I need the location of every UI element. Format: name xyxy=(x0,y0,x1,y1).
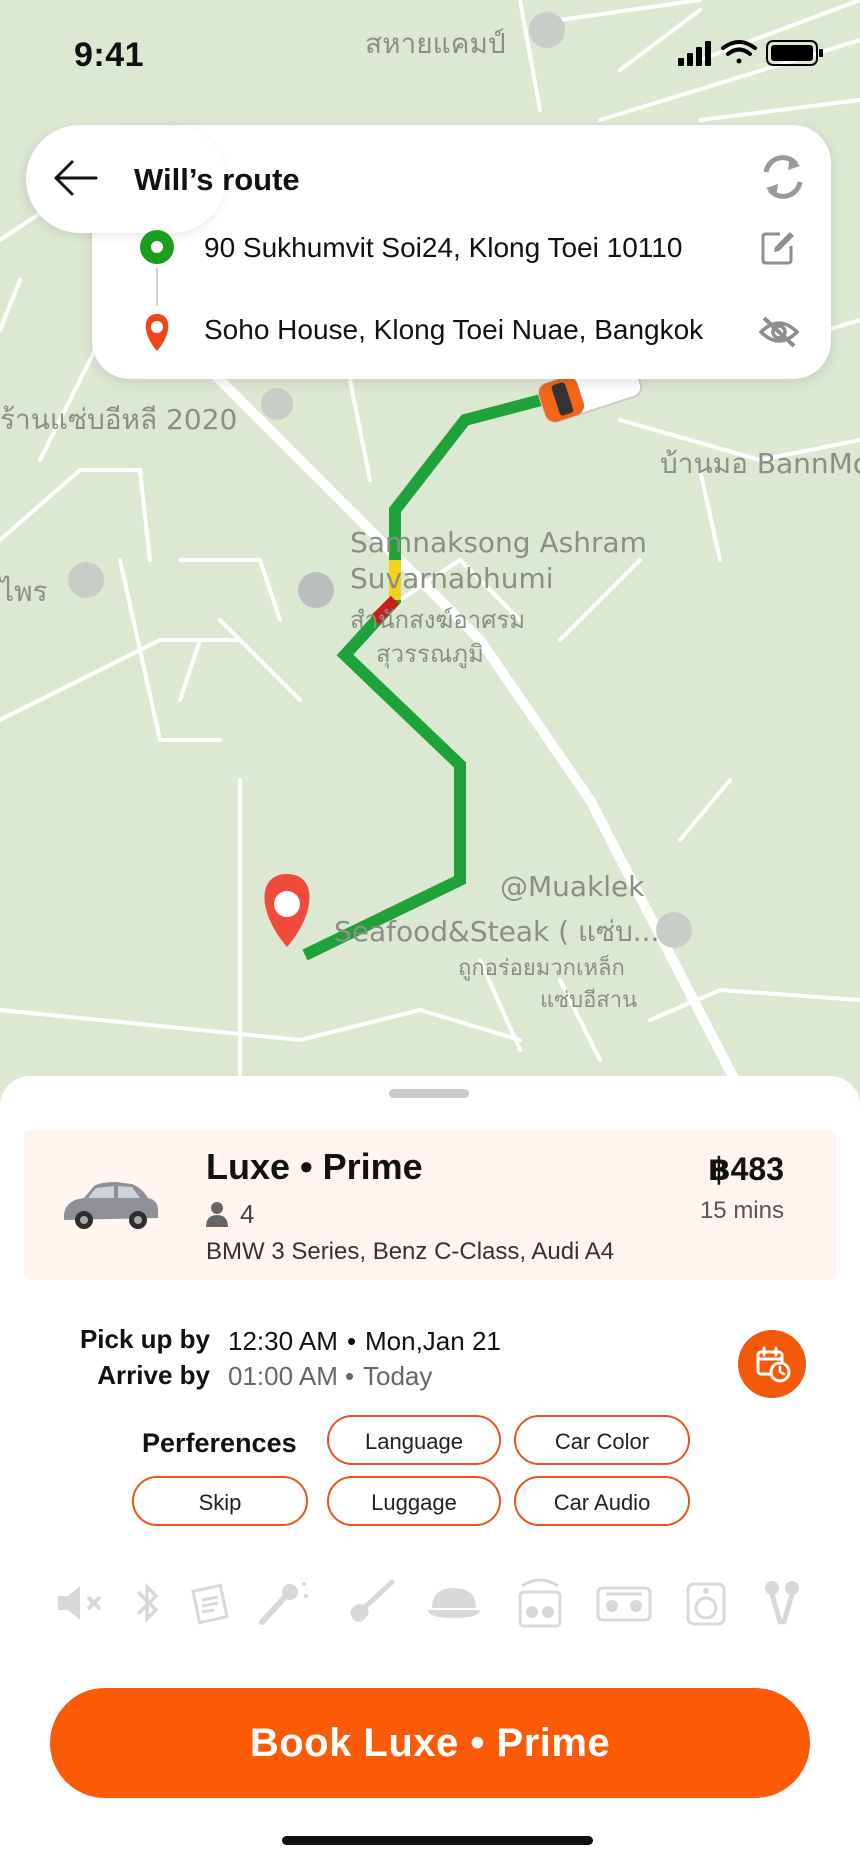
route-title: Will’s route xyxy=(134,162,300,197)
map-label-restaurant: ร้านแซ่บอีหลี 2020 xyxy=(0,403,238,436)
sheet-drag-handle[interactable] xyxy=(389,1089,469,1098)
map-label-house: บ้านมอ BannMo xyxy=(660,447,860,480)
chip-luggage[interactable]: Luggage xyxy=(327,1476,501,1526)
seat-count: 4 xyxy=(240,1199,255,1229)
back-button[interactable] xyxy=(50,156,102,200)
chip-skip[interactable]: Skip xyxy=(132,1476,308,1526)
swap-route-button[interactable] xyxy=(760,152,806,202)
swap-icon xyxy=(763,155,803,199)
cap-icon[interactable] xyxy=(424,1578,484,1628)
passenger-icon xyxy=(206,1202,228,1227)
preferences-title: Perferences xyxy=(142,1428,297,1458)
car-image-icon xyxy=(64,1182,158,1229)
map-label-seafood-th1: ถูกอร่อยมวกเหล็ก xyxy=(458,956,625,981)
wifi-icon xyxy=(721,40,757,64)
status-bar: 9:41 xyxy=(0,0,860,110)
map-label-seafood2: Seafood&Steak ( แซ่บ... xyxy=(334,915,660,948)
calendar-clock-icon xyxy=(756,1346,791,1383)
karaoke-icon[interactable] xyxy=(758,1578,806,1628)
pickup-date[interactable]: Mon,Jan 21 xyxy=(365,1326,501,1357)
car-models: BMW 3 Series, Benz C-Class, Audi A4 xyxy=(206,1238,615,1265)
ride-name: Luxe • Prime xyxy=(206,1146,423,1187)
arrive-time[interactable]: 01:00 AM xyxy=(228,1361,338,1392)
edit-pencil-icon xyxy=(761,232,794,265)
newspaper-icon[interactable] xyxy=(190,1578,230,1628)
arrive-separator: • xyxy=(345,1361,355,1391)
ride-eta: 15 mins xyxy=(699,1197,784,1224)
map-label-ashram-en2: Suvarnabhumi xyxy=(350,562,554,595)
chip-language[interactable]: Language xyxy=(327,1415,501,1465)
status-icons xyxy=(678,40,823,66)
home-indicator[interactable] xyxy=(282,1836,593,1845)
book-ride-button[interactable]: Book Luxe • Prime xyxy=(50,1688,810,1798)
map-label-hotel: ไพร xyxy=(0,575,48,608)
arrive-date[interactable]: Today xyxy=(363,1361,432,1392)
speaker-icon[interactable] xyxy=(514,1578,566,1628)
mute-icon[interactable] xyxy=(54,1578,106,1628)
edit-origin-button[interactable] xyxy=(760,228,796,266)
map-label-ashram-en1: Samnaksong Ashram xyxy=(350,526,647,559)
chip-car-color[interactable]: Car Color xyxy=(514,1415,690,1465)
chip-car-audio[interactable]: Car Audio xyxy=(514,1476,690,1526)
origin-address[interactable]: 90 Sukhumvit Soi24, Klong Toei 10110 xyxy=(204,232,682,264)
pickup-label: Pick up by xyxy=(79,1324,210,1354)
map-label-ashram-th2: สุวรรณภูมิ xyxy=(376,640,484,668)
eye-off-icon xyxy=(758,316,800,348)
hide-destination-button[interactable] xyxy=(758,312,800,352)
ride-price: ฿483 xyxy=(708,1151,784,1187)
battery-icon xyxy=(766,40,823,66)
destination-address[interactable]: Soho House, Klong Toei Nuae, Bangkok xyxy=(204,314,703,346)
microphone-icon[interactable] xyxy=(254,1578,310,1628)
destination-pin-icon xyxy=(145,314,169,351)
peace-speaker-icon[interactable] xyxy=(682,1578,730,1628)
radio-icon[interactable] xyxy=(596,1578,652,1628)
pickup-time[interactable]: 12:30 AM xyxy=(228,1326,338,1357)
arrive-label: Arrive by xyxy=(97,1360,210,1390)
pickup-separator: • xyxy=(347,1326,357,1356)
map-label-seafood1: @Muaklek xyxy=(500,870,645,903)
route-connector-line xyxy=(156,268,158,306)
arrow-left-icon xyxy=(54,160,98,196)
status-time: 9:41 xyxy=(74,36,145,74)
schedule-button[interactable] xyxy=(738,1330,806,1398)
guitar-icon[interactable] xyxy=(342,1578,398,1628)
origin-dot-center xyxy=(151,241,163,253)
map-label-seafood-th2: แซ่บอีสาน xyxy=(540,988,638,1013)
cellular-signal-icon xyxy=(678,41,711,66)
bluetooth-icon[interactable] xyxy=(132,1578,162,1628)
